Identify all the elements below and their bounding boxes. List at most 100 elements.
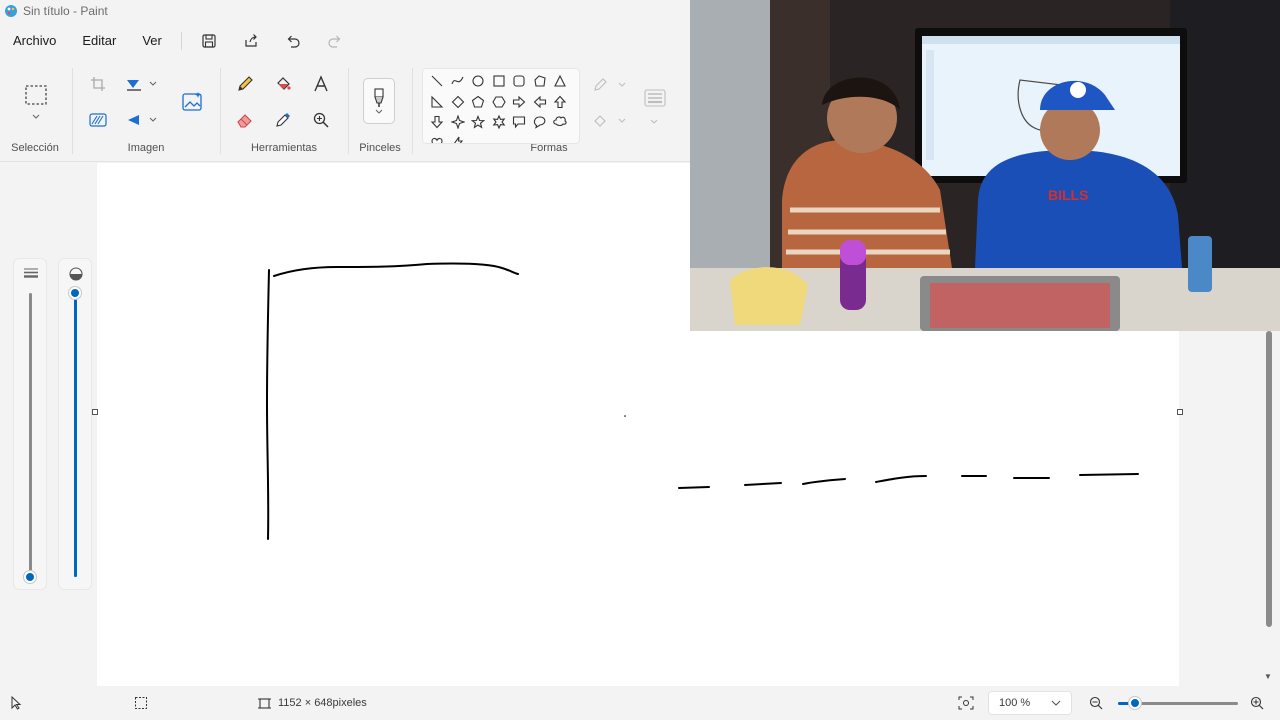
menu-edit[interactable]: Editar [69, 26, 129, 56]
magnifier-button[interactable] [308, 107, 334, 133]
shape-rectangle-button[interactable] [489, 71, 510, 92]
menu-view[interactable]: Ver [129, 26, 175, 56]
menu-file[interactable]: Archivo [0, 26, 69, 56]
shape-oval-button[interactable] [468, 71, 489, 92]
fit-to-window-button[interactable] [958, 686, 974, 720]
heart-icon [431, 137, 443, 143]
rounded-rectangle-icon [513, 75, 525, 87]
dash-1 [678, 486, 710, 489]
shape-rect-callout-button[interactable] [509, 112, 530, 133]
scroll-down-arrow-icon[interactable]: ▼ [1264, 672, 1272, 681]
save-button[interactable] [194, 26, 224, 56]
zoom-value: 100 % [999, 697, 1031, 709]
eraser-button[interactable] [232, 107, 258, 133]
select-button[interactable] [22, 81, 50, 109]
shape-polygon-button[interactable] [530, 71, 551, 92]
left-arrow-icon [533, 95, 546, 108]
zoom-select[interactable]: 100 % [988, 691, 1072, 715]
resize-icon [127, 80, 157, 91]
chevron-down-icon [650, 119, 658, 124]
shape-right-arrow-button[interactable] [509, 92, 530, 113]
tools-group: Herramientas [222, 60, 346, 162]
up-arrow-icon [554, 95, 567, 108]
shape-four-point-star-button[interactable] [448, 112, 469, 133]
line-icon [431, 75, 443, 87]
shape-cloud-callout-button[interactable] [550, 112, 571, 133]
oval-callout-icon [533, 116, 546, 129]
share-button[interactable] [236, 26, 266, 56]
shape-five-point-star-button[interactable] [468, 112, 489, 133]
outline-pen-icon [594, 78, 626, 91]
size-slider-thumb[interactable] [24, 571, 36, 583]
shape-fill-icon [594, 115, 626, 127]
text-button[interactable] [308, 71, 334, 97]
zoom-slider-thumb[interactable] [1128, 697, 1141, 709]
chevron-down-icon [375, 109, 383, 114]
shape-left-arrow-button[interactable] [530, 92, 551, 113]
brush-icon [374, 88, 384, 107]
zoom-in-button[interactable] [1250, 686, 1264, 720]
pentagon-icon [472, 95, 485, 108]
fit-screen-icon [958, 696, 974, 710]
shape-diamond-button[interactable] [448, 92, 469, 113]
shape-grid [423, 69, 579, 143]
five-point-star-icon [471, 115, 486, 129]
shape-up-arrow-button[interactable] [550, 92, 571, 113]
shape-oval-callout-button[interactable] [530, 112, 551, 133]
brush-size-slider[interactable] [13, 258, 47, 590]
shape-triangle-button[interactable] [550, 71, 571, 92]
zoom-out-button[interactable] [1089, 686, 1103, 720]
fill-dropdown[interactable] [590, 108, 630, 134]
shape-hexagon-button[interactable] [489, 92, 510, 113]
select-all-button[interactable] [85, 107, 111, 133]
undo-button[interactable] [278, 26, 308, 56]
menu-divider [180, 32, 182, 50]
group-label-tools: Herramientas [250, 142, 318, 154]
vertical-scrollbar[interactable] [1266, 331, 1272, 627]
size-button[interactable] [641, 84, 669, 112]
pencil-button[interactable] [232, 71, 258, 97]
cursor-position [10, 686, 22, 720]
rotate-button[interactable] [122, 107, 162, 133]
canvas-size-label: 1152 × 648pixeles [278, 697, 367, 709]
size-dropdown[interactable] [646, 116, 662, 128]
crop-button[interactable] [85, 71, 111, 97]
shape-lightning-button[interactable] [448, 133, 469, 143]
selection-size-icon [135, 697, 147, 709]
menu-bar: Archivo Editar Ver [0, 26, 690, 56]
ribbon: Selección Imagen Herramientas Pinceles F… [0, 60, 690, 162]
shape-rounded-rectangle-button[interactable] [509, 71, 530, 92]
canvas-resize-handle-right[interactable] [1177, 409, 1183, 415]
brushes-button[interactable] [363, 78, 395, 124]
fill-button[interactable] [270, 71, 296, 97]
zoom-out-icon [1089, 696, 1103, 710]
shape-curve-button[interactable] [448, 71, 469, 92]
opacity-slider-fill [74, 293, 77, 577]
eraser-icon [237, 114, 252, 128]
brushes-group: Pinceles [350, 60, 410, 162]
shape-heart-button[interactable] [427, 133, 448, 143]
shape-down-arrow-button[interactable] [427, 112, 448, 133]
outline-dropdown[interactable] [590, 72, 630, 98]
shape-line-button[interactable] [427, 71, 448, 92]
shape-right-triangle-button[interactable] [427, 92, 448, 113]
shape-pentagon-button[interactable] [468, 92, 489, 113]
select-dropdown[interactable] [26, 110, 46, 124]
resize-button[interactable] [122, 71, 162, 97]
shapes-gallery [422, 68, 580, 144]
svg-text:BILLS: BILLS [1048, 187, 1088, 203]
chevron-down-icon [32, 114, 40, 119]
opacity-slider-thumb[interactable] [69, 287, 81, 299]
redo-button[interactable] [320, 26, 350, 56]
opacity-drop-icon [67, 267, 85, 281]
opacity-slider[interactable] [58, 258, 92, 590]
webcam-overlay: BILLS [690, 0, 1280, 331]
color-picker-button[interactable] [270, 107, 296, 133]
image-generator-button[interactable] [178, 88, 206, 116]
canvas-resize-handle-left[interactable] [92, 409, 98, 415]
triangle-icon [554, 75, 567, 87]
dash-7 [1079, 473, 1139, 476]
dash-2 [744, 482, 782, 486]
shape-six-point-star-button[interactable] [489, 112, 510, 133]
bucket-icon [277, 77, 291, 90]
